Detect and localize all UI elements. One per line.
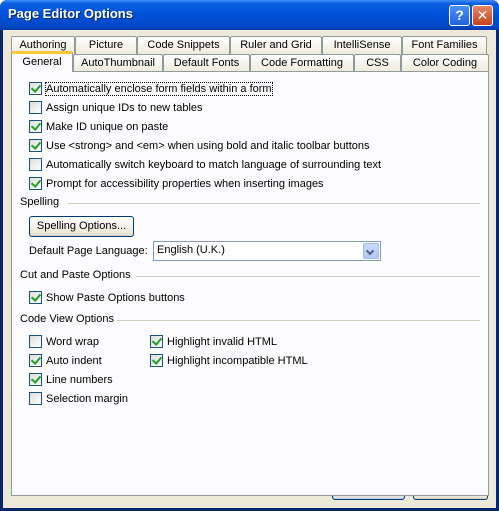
option-accessibility-prompt[interactable]: Prompt for accessibility properties when…	[29, 175, 324, 192]
option-word-wrap[interactable]: Word wrap	[29, 333, 99, 350]
label-highlight-invalid-html: Highlight invalid HTML	[167, 335, 278, 348]
chevron-down-icon[interactable]	[363, 243, 379, 259]
close-icon[interactable]: ✕	[472, 5, 493, 26]
option-highlight-incompatible-html[interactable]: Highlight incompatible HTML	[150, 352, 308, 369]
label-strong-em: Use <strong> and <em> when using bold an…	[46, 139, 370, 152]
option-line-numbers[interactable]: Line numbers	[29, 371, 113, 388]
cut-paste-section-title: Cut and Paste Options	[20, 269, 131, 281]
option-highlight-invalid-html[interactable]: Highlight invalid HTML	[150, 333, 277, 350]
label-word-wrap: Word wrap	[46, 335, 99, 348]
option-strong-em[interactable]: Use <strong> and <em> when using bold an…	[29, 137, 370, 154]
label-highlight-incompatible-html: Highlight incompatible HTML	[167, 354, 308, 367]
tab-general[interactable]: General	[11, 51, 73, 72]
dialog-window: Page Editor Options ? ✕ Authoring Pictur…	[0, 0, 499, 511]
window-title: Page Editor Options	[8, 6, 133, 21]
checkbox-highlight-incompatible-html[interactable]	[150, 354, 163, 367]
label-enclose-form-fields: Automatically enclose form fields within…	[45, 81, 273, 96]
default-page-language-select[interactable]: English (U.K.)	[153, 241, 381, 261]
checkbox-switch-keyboard[interactable]	[29, 158, 42, 171]
spelling-options-button[interactable]: Spelling Options...	[29, 216, 134, 237]
checkbox-make-id-unique[interactable]	[29, 120, 42, 133]
option-enclose-form-fields[interactable]: Automatically enclose form fields within…	[29, 80, 273, 97]
checkbox-enclose-form-fields[interactable]	[29, 82, 42, 95]
tab-picture[interactable]: Picture	[75, 36, 137, 55]
label-show-paste-options: Show Paste Options buttons	[46, 291, 185, 304]
tab-code-snippets[interactable]: Code Snippets	[137, 36, 230, 55]
option-show-paste-options[interactable]: Show Paste Options buttons	[29, 289, 185, 306]
option-selection-margin[interactable]: Selection margin	[29, 390, 128, 407]
tab-intellisense[interactable]: IntelliSense	[322, 36, 402, 55]
label-line-numbers: Line numbers	[46, 373, 113, 386]
checkbox-assign-unique-ids[interactable]	[29, 101, 42, 114]
option-auto-indent[interactable]: Auto indent	[29, 352, 102, 369]
checkbox-highlight-invalid-html[interactable]	[150, 335, 163, 348]
label-accessibility-prompt: Prompt for accessibility properties when…	[46, 177, 324, 190]
code-view-section-title: Code View Options	[20, 313, 114, 325]
checkbox-accessibility-prompt[interactable]	[29, 177, 42, 190]
code-view-divider	[117, 320, 480, 321]
cut-paste-divider	[136, 276, 480, 277]
help-icon[interactable]: ?	[449, 5, 470, 26]
option-switch-keyboard[interactable]: Automatically switch keyboard to match l…	[29, 156, 381, 173]
spelling-section-title: Spelling	[20, 196, 60, 208]
option-make-id-unique[interactable]: Make ID unique on paste	[29, 118, 168, 135]
checkbox-show-paste-options[interactable]	[29, 291, 42, 304]
checkbox-auto-indent[interactable]	[29, 354, 42, 367]
checkbox-word-wrap[interactable]	[29, 335, 42, 348]
label-selection-margin: Selection margin	[46, 392, 128, 405]
option-assign-unique-ids[interactable]: Assign unique IDs to new tables	[29, 99, 203, 116]
spelling-divider	[68, 203, 480, 204]
tab-font-families[interactable]: Font Families	[402, 36, 487, 55]
checkbox-strong-em[interactable]	[29, 139, 42, 152]
label-make-id-unique: Make ID unique on paste	[46, 120, 169, 133]
default-page-language-label: Default Page Language:	[29, 245, 148, 257]
label-assign-unique-ids: Assign unique IDs to new tables	[46, 101, 203, 114]
label-switch-keyboard: Automatically switch keyboard to match l…	[46, 158, 382, 171]
default-page-language-value: English (U.K.)	[157, 244, 225, 256]
general-tab-panel: Automatically enclose form fields within…	[11, 71, 489, 496]
checkbox-line-numbers[interactable]	[29, 373, 42, 386]
tab-ruler-and-grid[interactable]: Ruler and Grid	[230, 36, 322, 55]
checkbox-selection-margin[interactable]	[29, 392, 42, 405]
dialog-client-area: Authoring Picture Code Snippets Ruler an…	[3, 30, 496, 508]
title-bar[interactable]: Page Editor Options ? ✕	[0, 0, 499, 30]
label-auto-indent: Auto indent	[46, 354, 102, 367]
